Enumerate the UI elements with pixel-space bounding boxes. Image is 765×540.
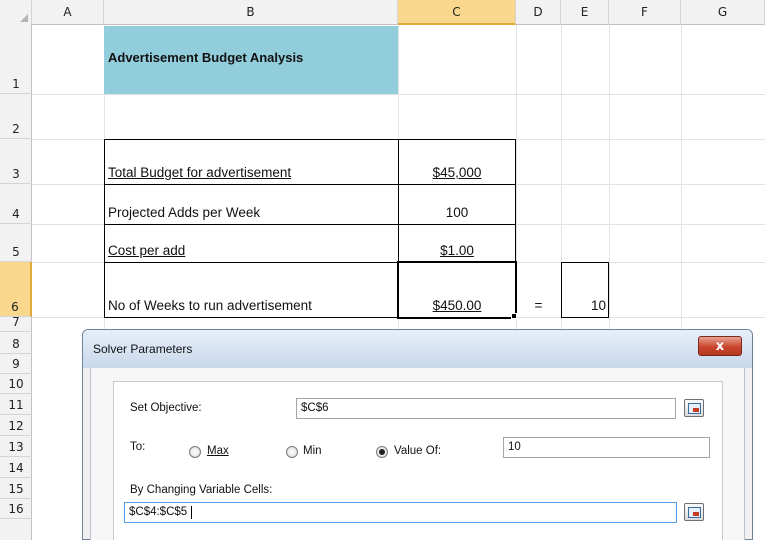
- column-header-c[interactable]: C: [398, 0, 516, 25]
- value-of-input[interactable]: 10: [503, 437, 710, 458]
- label-total-budget[interactable]: Total Budget for advertisement: [108, 165, 291, 180]
- max-radio[interactable]: [189, 446, 201, 458]
- value-total-budget[interactable]: $45,000: [398, 165, 516, 180]
- min-radio-label[interactable]: Min: [303, 445, 322, 457]
- row-header-1[interactable]: 1: [0, 25, 32, 94]
- value-of-radio[interactable]: [376, 446, 388, 458]
- value-cost-per-add[interactable]: $1.00: [398, 243, 516, 258]
- column-header-f[interactable]: F: [609, 0, 681, 25]
- row-header-4[interactable]: 4: [0, 184, 32, 224]
- row-header-16[interactable]: 16: [0, 499, 32, 519]
- equals-sign[interactable]: =: [516, 298, 561, 313]
- row-header-2[interactable]: 2: [0, 94, 32, 139]
- label-cost-per-add[interactable]: Cost per add: [108, 243, 185, 258]
- column-header-e[interactable]: E: [561, 0, 609, 25]
- row-header-8[interactable]: 8: [0, 332, 32, 354]
- row-header-bar: 1 2 3 4 5 6 7 8 9 10 11 12 13 14 15 16: [0, 25, 32, 540]
- row-header-3[interactable]: 3: [0, 139, 32, 184]
- row-header-10[interactable]: 10: [0, 374, 32, 394]
- row-header-13[interactable]: 13: [0, 436, 32, 457]
- value-of-radio-label[interactable]: Value Of:: [394, 445, 441, 457]
- column-header-g[interactable]: G: [681, 0, 765, 25]
- label-projected-adds[interactable]: Projected Adds per Week: [108, 205, 260, 220]
- row-header-5[interactable]: 5: [0, 224, 32, 262]
- column-header-a[interactable]: A: [32, 0, 104, 25]
- value-no-of-weeks[interactable]: $450.00: [398, 298, 516, 313]
- collapse-dialog-icon[interactable]: [684, 503, 704, 521]
- text-caret: [191, 506, 192, 519]
- row-header-11[interactable]: 11: [0, 394, 32, 415]
- changing-cells-label: By Changing Variable Cells:: [130, 484, 273, 496]
- fill-handle[interactable]: [511, 313, 517, 319]
- value-projected-adds[interactable]: 100: [398, 205, 516, 220]
- column-header-bar: A B C D E F G: [0, 0, 765, 25]
- row-header-14[interactable]: 14: [0, 457, 32, 478]
- select-all-corner[interactable]: [0, 0, 32, 25]
- sheet-title: Advertisement Budget Analysis: [108, 50, 304, 65]
- row-header-15[interactable]: 15: [0, 478, 32, 499]
- set-objective-input[interactable]: $C$6: [296, 398, 676, 419]
- row-header-9[interactable]: 9: [0, 354, 32, 374]
- dialog-title: Solver Parameters: [93, 342, 193, 356]
- result-value[interactable]: 10: [561, 298, 606, 313]
- to-label: To:: [130, 441, 146, 453]
- changing-cells-input[interactable]: $C$4:$C$5: [124, 502, 677, 523]
- column-header-d[interactable]: D: [516, 0, 561, 25]
- column-header-b[interactable]: B: [104, 0, 398, 25]
- collapse-dialog-icon[interactable]: [684, 399, 704, 417]
- min-radio[interactable]: [286, 446, 298, 458]
- label-no-of-weeks[interactable]: No of Weeks to run advertisement: [108, 298, 312, 313]
- gridline: [32, 94, 765, 95]
- row-header-7[interactable]: 7: [0, 315, 32, 332]
- row-header-6[interactable]: 6: [0, 262, 32, 317]
- close-button[interactable]: x: [698, 336, 742, 356]
- max-radio-label[interactable]: Max: [207, 445, 229, 457]
- set-objective-label: Set Objective:: [130, 402, 202, 414]
- row-header-12[interactable]: 12: [0, 415, 32, 436]
